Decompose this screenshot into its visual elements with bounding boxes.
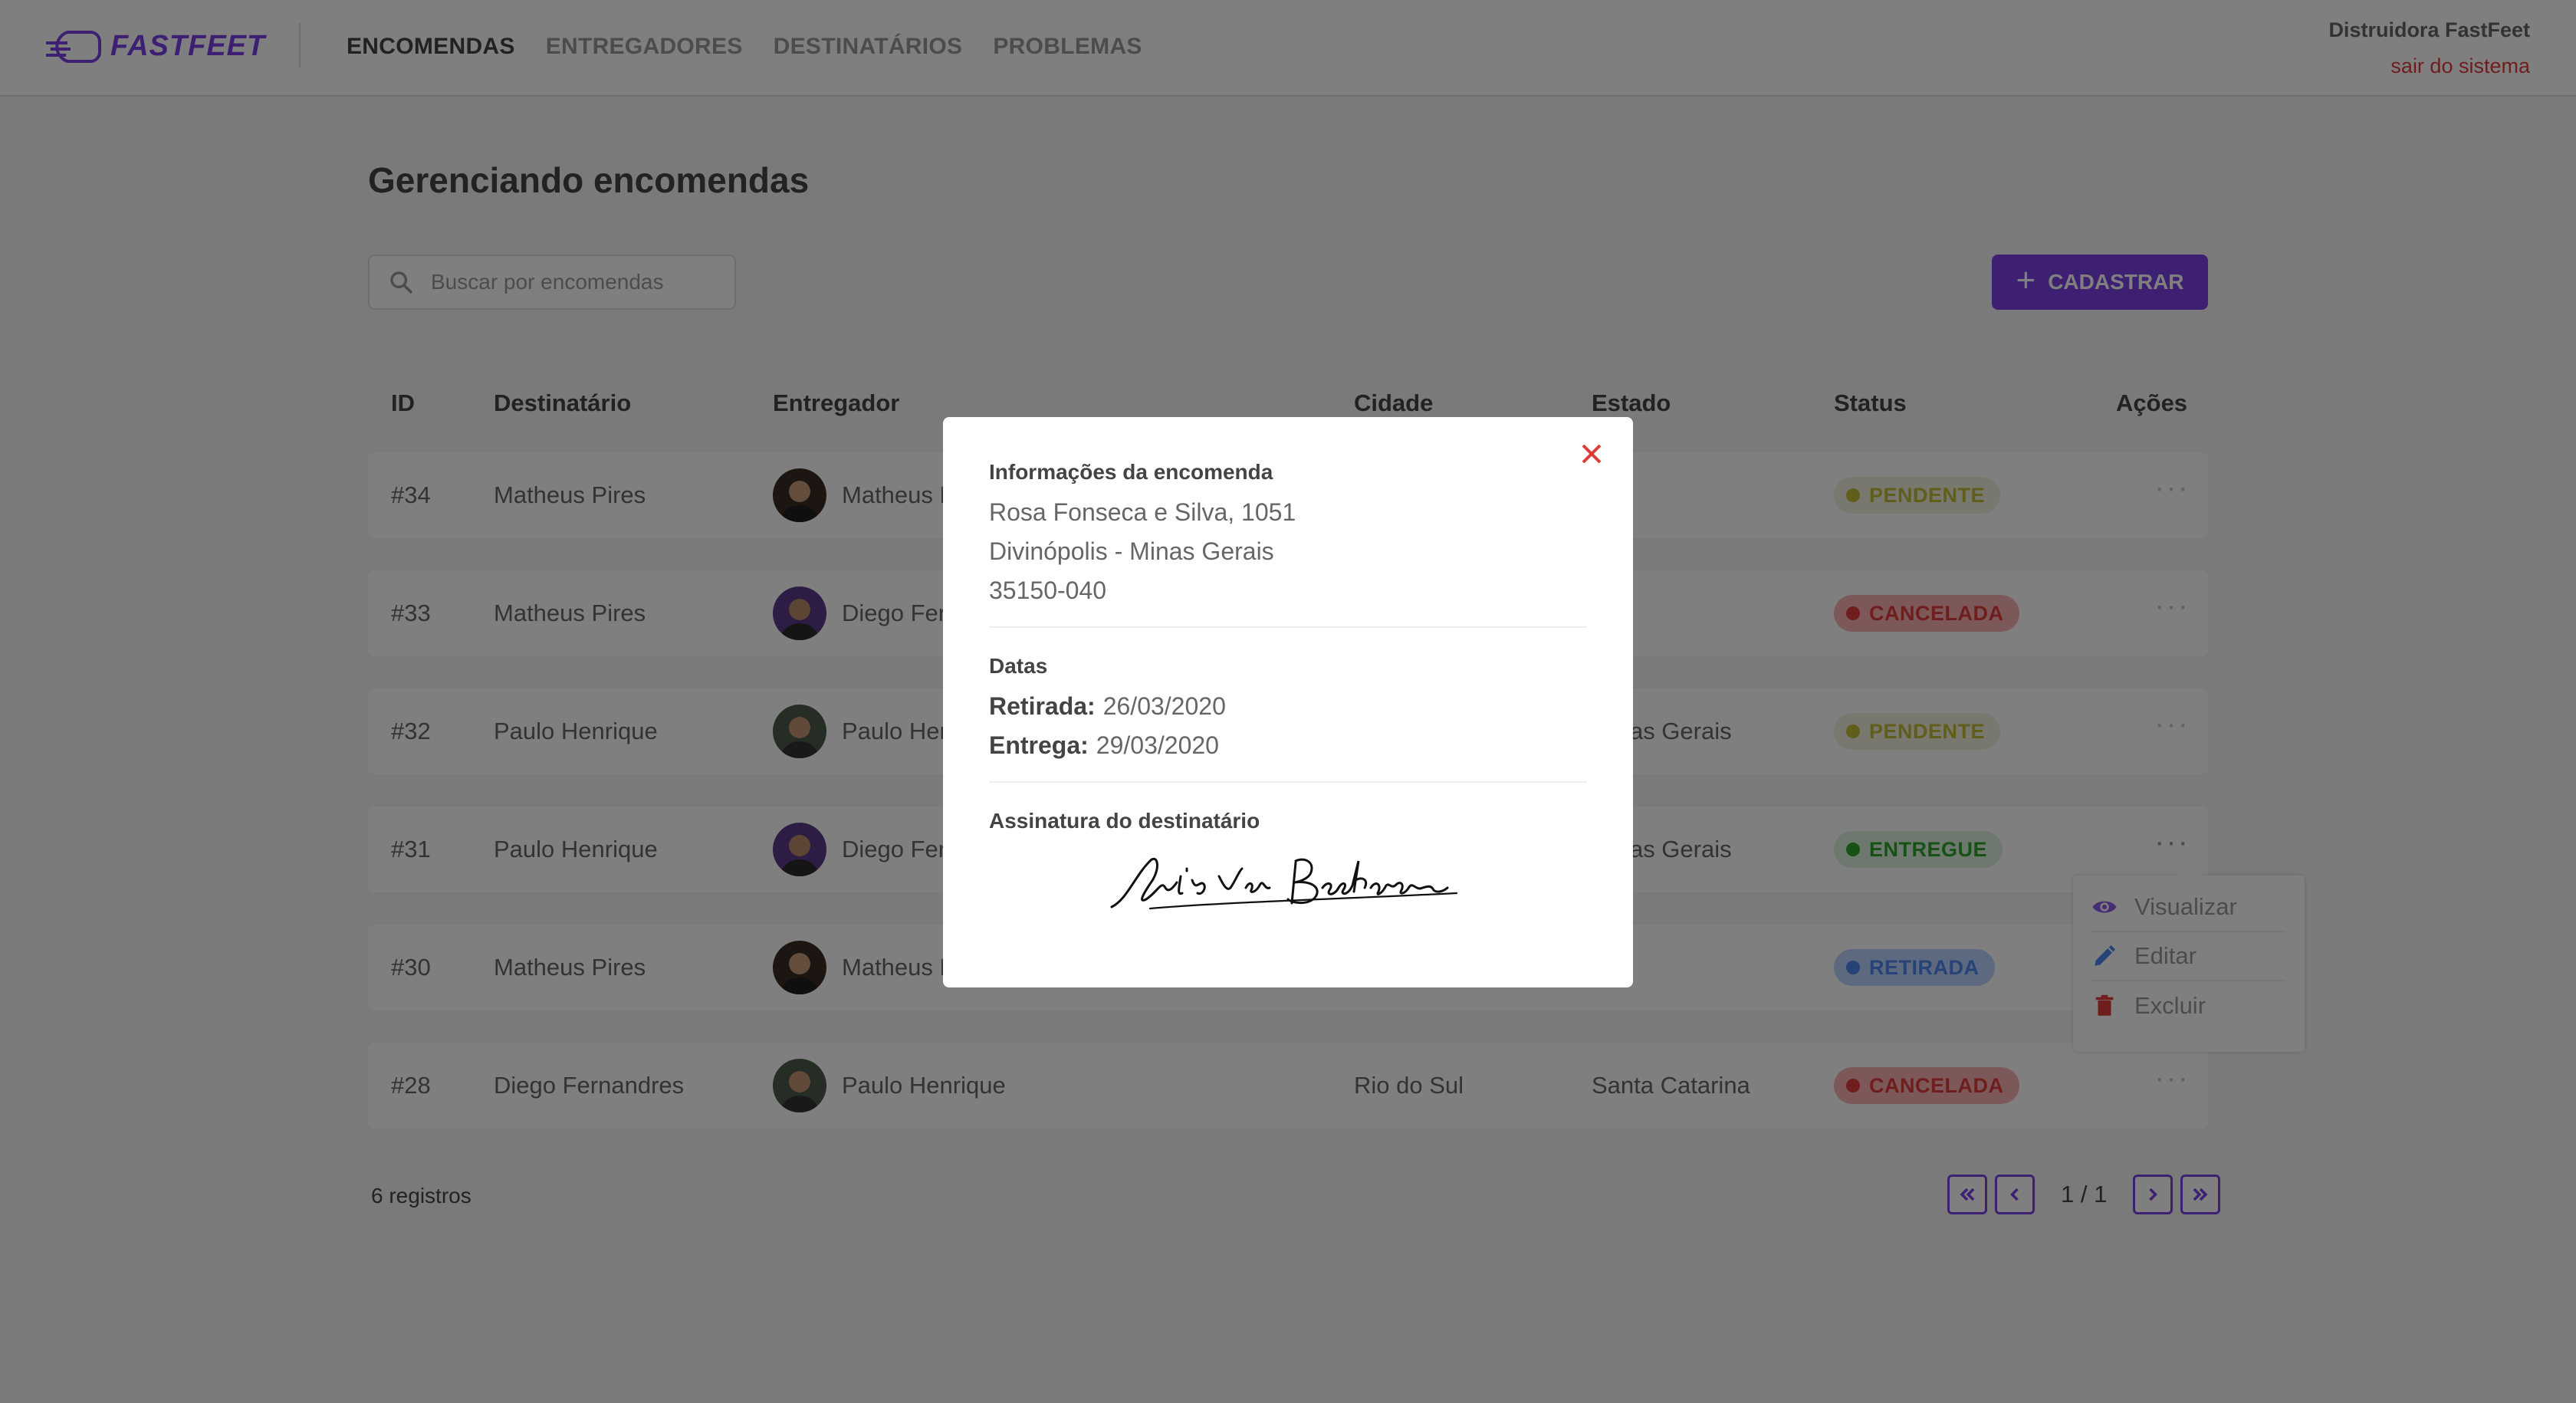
signature-heading: Assinatura do destinatário xyxy=(989,809,1260,833)
order-details-modal: Informações da encomenda Rosa Fonseca e … xyxy=(943,417,1633,987)
order-info-heading: Informações da encomenda xyxy=(989,460,1273,484)
recipient-signature-image xyxy=(1110,858,1458,910)
city-state-line: Divinópolis - Minas Gerais xyxy=(989,537,1274,565)
modal-divider xyxy=(989,626,1587,628)
dates-heading: Datas xyxy=(989,654,1048,678)
modal-divider xyxy=(989,781,1587,783)
pickup-label: Retirada: xyxy=(989,692,1096,720)
delivery-date: 29/03/2020 xyxy=(1096,731,1219,759)
delivery-label: Entrega: xyxy=(989,731,1089,759)
address-line: Rosa Fonseca e Silva, 1051 xyxy=(989,498,1296,526)
close-modal-button[interactable] xyxy=(1575,437,1608,471)
zip-code: 35150-040 xyxy=(989,577,1107,604)
close-icon xyxy=(1582,444,1602,464)
pickup-date: 26/03/2020 xyxy=(1102,692,1226,720)
delivery-date-row: Entrega: 29/03/2020 xyxy=(989,731,1587,760)
pickup-date-row: Retirada: 26/03/2020 xyxy=(989,692,1587,721)
